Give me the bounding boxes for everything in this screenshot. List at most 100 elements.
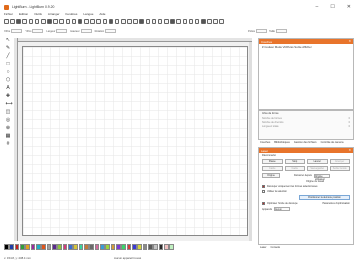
group-icon[interactable]: [102, 18, 108, 24]
width-input[interactable]: [56, 29, 68, 33]
palette-swatch[interactable]: [153, 244, 158, 250]
palette-swatch[interactable]: [4, 244, 9, 250]
tab-console[interactable]: Console: [271, 246, 281, 251]
tab-laser[interactable]: Laser: [260, 246, 267, 251]
rectangle-icon[interactable]: □: [6, 62, 11, 67]
flip-h-icon[interactable]: [157, 18, 163, 24]
go-to-last-position-button[interactable]: Positionner la dernière position: [299, 195, 350, 200]
optimization-settings-link[interactable]: Paramètres d'optimisation: [322, 202, 350, 205]
align-right-icon[interactable]: [127, 18, 132, 24]
zoom-out-icon[interactable]: [65, 18, 71, 24]
array-icon[interactable]: ▦: [6, 134, 11, 139]
canvas-area[interactable]: [14, 38, 252, 241]
palette-swatch[interactable]: [9, 244, 15, 250]
boolean-icon[interactable]: [194, 18, 200, 24]
palette-swatch[interactable]: [121, 244, 126, 250]
position-icon[interactable]: ✚: [6, 94, 11, 99]
tab-icon[interactable]: ◫: [6, 110, 11, 115]
minimize-button[interactable]: –: [316, 4, 319, 10]
ungroup-icon[interactable]: [108, 18, 114, 24]
home-button[interactable]: Origine: [262, 173, 280, 178]
start-from-select[interactable]: Origine utilisateur: [313, 173, 330, 181]
ypos-input[interactable]: [32, 29, 44, 33]
paste-icon[interactable]: [40, 18, 46, 24]
zoom-fit-icon[interactable]: [71, 18, 77, 24]
tab-files[interactable]: Gestion des fichiers: [294, 141, 317, 146]
palette-swatch[interactable]: [41, 244, 47, 250]
close-button[interactable]: ✕: [347, 4, 351, 10]
align-center-icon[interactable]: [120, 18, 126, 24]
palette-swatch[interactable]: [115, 244, 121, 250]
copy-icon[interactable]: [34, 18, 40, 24]
import-icon[interactable]: [16, 18, 21, 24]
text-icon[interactable]: A: [6, 86, 11, 91]
pause-button[interactable]: Pause: [262, 159, 283, 164]
grid-icon[interactable]: #: [6, 142, 11, 147]
palette-swatch[interactable]: [89, 244, 94, 250]
cut-selected-checkbox[interactable]: [262, 185, 265, 188]
work-area-grid[interactable]: [22, 46, 248, 236]
palette-swatch[interactable]: [35, 244, 41, 250]
trace-icon[interactable]: [213, 18, 218, 24]
palette-swatch[interactable]: [110, 244, 116, 250]
palette-swatch[interactable]: [158, 244, 164, 250]
frame-button[interactable]: Cadre: [262, 166, 283, 171]
palette-swatch[interactable]: [14, 244, 20, 250]
menu-help[interactable]: Aide: [99, 12, 105, 16]
palette-swatch[interactable]: [57, 244, 63, 250]
open-icon[interactable]: [4, 18, 9, 24]
weld-icon[interactable]: ⊕: [6, 126, 11, 131]
pan-icon[interactable]: [84, 18, 89, 24]
xpos-input[interactable]: [11, 29, 23, 33]
align-middle-icon[interactable]: [139, 18, 144, 24]
laser-close-icon[interactable]: ✕: [348, 148, 351, 152]
ellipse-icon[interactable]: ○: [6, 70, 11, 75]
select-icon[interactable]: ↖: [6, 38, 11, 43]
distribute-icon[interactable]: [151, 18, 157, 24]
palette-swatch[interactable]: [99, 244, 105, 250]
menu-file[interactable]: Fichier: [4, 12, 13, 16]
palette-swatch[interactable]: [30, 244, 36, 250]
menu-tools[interactable]: Outils: [34, 12, 42, 16]
menu-arrange[interactable]: Arranger: [48, 12, 60, 16]
camera-icon[interactable]: [96, 18, 101, 24]
offset-icon[interactable]: [201, 18, 206, 24]
stop-button[interactable]: Stop: [284, 159, 305, 164]
rotation-input[interactable]: [105, 29, 117, 33]
use-selection-checkbox[interactable]: [262, 190, 265, 193]
palette-swatch[interactable]: [25, 244, 31, 250]
run-gcode-button[interactable]: Sortie Gcode: [329, 166, 350, 171]
palette-swatch[interactable]: [19, 244, 25, 250]
palette-swatch[interactable]: [51, 244, 57, 250]
palette-swatch[interactable]: [126, 244, 132, 250]
menu-language[interactable]: Langue: [83, 12, 93, 16]
palette-swatch[interactable]: [131, 244, 137, 250]
node-icon[interactable]: [182, 18, 188, 24]
start-button[interactable]: Lancer: [307, 159, 328, 164]
palette-swatch[interactable]: [169, 244, 174, 250]
mirror-icon[interactable]: [170, 18, 175, 24]
tab-library[interactable]: Bibliothèques: [274, 141, 290, 146]
undo-icon[interactable]: [47, 18, 52, 24]
device-select[interactable]: Aucun: [273, 207, 290, 211]
align-bottom-icon[interactable]: [145, 18, 151, 24]
palette-swatch[interactable]: [147, 244, 153, 250]
palette-swatch[interactable]: [105, 244, 110, 250]
save-icon[interactable]: [10, 18, 15, 24]
tab-camera[interactable]: Contrôle de camera: [321, 141, 344, 146]
frame-icon[interactable]: [77, 18, 83, 24]
menu-window[interactable]: Fenêtres: [66, 12, 78, 16]
palette-swatch[interactable]: [62, 244, 68, 250]
height-input[interactable]: [80, 29, 92, 33]
palette-swatch[interactable]: [73, 244, 78, 250]
tab-layers[interactable]: Couches: [260, 141, 270, 146]
flip-v-icon[interactable]: [164, 18, 169, 24]
measure-icon[interactable]: [219, 18, 225, 24]
send-button[interactable]: Envoyer: [329, 159, 350, 164]
palette-swatch[interactable]: [163, 244, 169, 250]
measure-icon[interactable]: ⟷: [6, 102, 13, 107]
offset-icon[interactable]: ◎: [6, 118, 11, 123]
rotate-icon[interactable]: [176, 18, 181, 24]
settings-icon[interactable]: [90, 18, 95, 24]
optimize-cut-checkbox[interactable]: [262, 202, 265, 205]
